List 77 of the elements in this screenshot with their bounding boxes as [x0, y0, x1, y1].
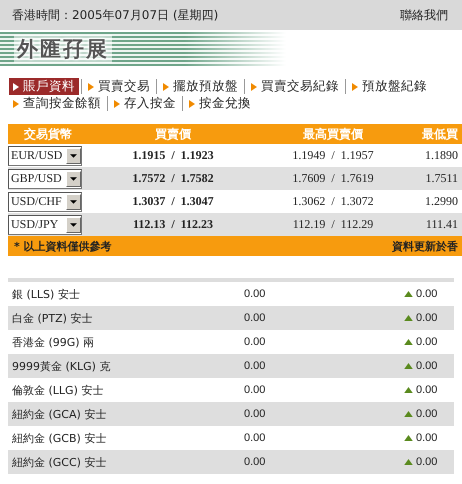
table-cell-text: 0.00: [244, 456, 266, 468]
table-cell: 0.00: [416, 312, 438, 324]
nav-tab[interactable]: 預放盤紀錄: [348, 78, 431, 95]
table-cell-text: 111.41: [424, 217, 459, 232]
triangle-icon: [251, 82, 257, 90]
table-cell-text: 1.3037 / 1.3047: [131, 194, 215, 209]
table-cell-text: 紐約金 (GCA) 安士: [11, 406, 108, 422]
table-cell-text: 0.00: [244, 432, 266, 444]
caret-icon: [70, 154, 77, 158]
update-text: 資料更新於香: [392, 238, 458, 254]
nav-tab[interactable]: 存入按金: [110, 95, 180, 112]
up-triangle-icon: [404, 435, 413, 441]
up-triangle-icon: [404, 363, 413, 369]
table-cell-text: 0.00: [244, 384, 266, 396]
triangle-icon: [114, 100, 120, 108]
caret-icon: [70, 200, 77, 204]
table-cell-text: 1.3062 / 1.3072: [291, 194, 375, 209]
nav-tab[interactable]: 賬戶資料: [9, 78, 79, 95]
currency-dropdown[interactable]: EUR/USD: [8, 146, 82, 166]
up-triangle-icon: [404, 339, 413, 345]
column-header: 最高買賣價: [302, 126, 364, 142]
table-cell-text: 0.00: [244, 360, 266, 372]
triangle-icon: [13, 82, 19, 90]
caret-icon: [70, 176, 77, 180]
up-triangle-icon: [404, 459, 413, 465]
table-cell: 0.00: [416, 432, 438, 444]
table-cell-text: 0.00: [244, 312, 266, 324]
nav-tab[interactable]: 查詢按金餘額: [9, 95, 105, 112]
table-cell-text: 1.2990: [424, 194, 459, 209]
table-cell-text: 1.7572 / 1.7582: [131, 171, 215, 186]
column-header: 最低買: [421, 126, 459, 142]
table-cell-text: 銀 (LLS) 安士: [11, 286, 81, 302]
table-cell-text: 0.00: [244, 288, 266, 300]
table-cell-text: 紐約金 (GCC) 安士: [11, 454, 108, 470]
currency-dropdown[interactable]: USD/JPY: [8, 214, 82, 234]
table-cell-text: 1.1890: [424, 148, 459, 163]
up-triangle-icon: [404, 387, 413, 393]
triangle-icon: [163, 82, 169, 90]
table-cell: 0.00: [416, 288, 438, 300]
column-header: 交易貨幣: [23, 126, 73, 142]
table-cell-text: 倫敦金 (LLG) 安士: [11, 382, 104, 398]
triangle-icon: [189, 100, 195, 108]
table-cell: 0.00: [416, 336, 438, 348]
triangle-icon: [13, 100, 19, 108]
table-cell-text: 0.00: [244, 336, 266, 348]
contact-link[interactable]: 聯絡我們: [400, 6, 448, 24]
nav-tab[interactable]: 買賣交易紀錄: [247, 78, 343, 95]
table-cell: 0.00: [416, 408, 438, 420]
table-cell: 0.00: [416, 456, 438, 468]
up-triangle-icon: [404, 315, 413, 321]
currency-dropdown[interactable]: USD/CHF: [8, 192, 82, 212]
nav-tab[interactable]: 擺放預放盤: [159, 78, 242, 95]
triangle-icon: [88, 82, 94, 90]
table-cell-text: 0.00: [244, 408, 266, 420]
caret-icon: [70, 222, 77, 226]
nav-tab[interactable]: 買賣交易: [84, 78, 154, 95]
date-time-text: 香港時間：2005年07月07日 (星期四): [12, 6, 218, 24]
table-cell: 0.00: [416, 384, 438, 396]
page-title: 外匯孖展: [14, 35, 112, 63]
table-cell-text: 1.7511: [424, 171, 459, 186]
table-cell-text: 香港金 (99G) 兩: [11, 334, 96, 350]
table-cell-text: 1.1915 / 1.1923: [131, 148, 215, 163]
up-triangle-icon: [404, 291, 413, 297]
table-cell: 0.00: [416, 360, 438, 372]
column-header: 買賣價: [154, 126, 192, 142]
disclaimer-text: * 以上資料僅供參考: [14, 238, 112, 254]
table-cell-text: 112.13 / 112.23: [132, 217, 214, 232]
table-cell-text: 白金 (PTZ) 安士: [11, 310, 94, 326]
table-cell-text: 9999黃金 (KLG) 克: [11, 358, 112, 374]
table-cell-text: 1.7609 / 1.7619: [291, 171, 375, 186]
triangle-icon: [352, 82, 358, 90]
table-cell-text: 紐約金 (GCB) 安士: [11, 430, 108, 446]
currency-dropdown[interactable]: GBP/USD: [8, 168, 82, 188]
nav-tab[interactable]: 按金兌換: [185, 95, 255, 112]
up-triangle-icon: [404, 411, 413, 417]
table-cell-text: 1.1949 / 1.1957: [291, 148, 375, 163]
table-cell-text: 112.19 / 112.29: [292, 217, 374, 232]
